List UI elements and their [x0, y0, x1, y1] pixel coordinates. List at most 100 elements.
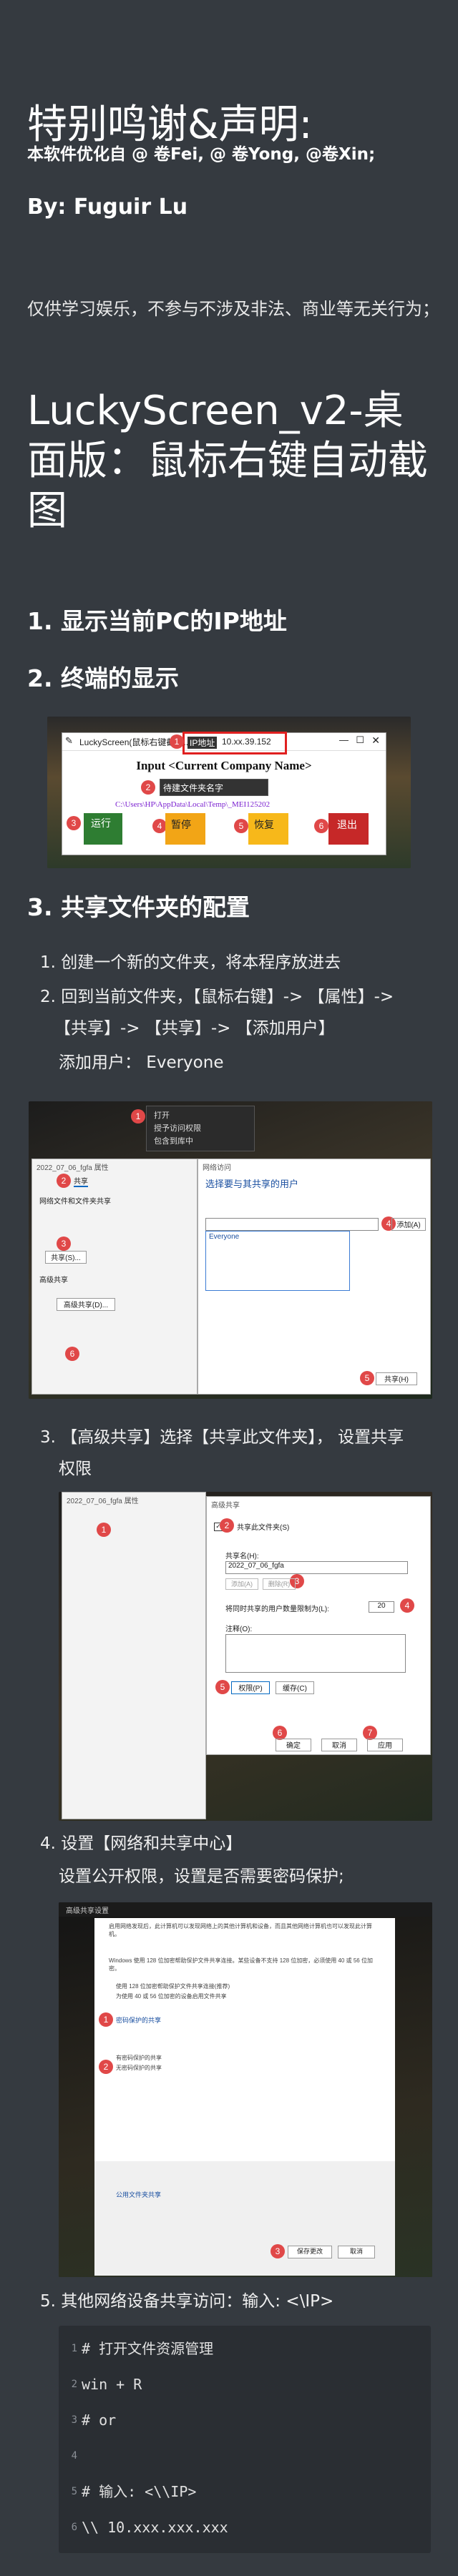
exit-button[interactable]: 退出 — [328, 813, 369, 845]
note-label: 注释(O): — [225, 1626, 253, 1633]
thanks-line: 本软件优化自 @ 卷Fei, @ 卷Yong, @卷Xin; — [27, 145, 376, 164]
section-share: 3. 共享文件夹的配置 — [27, 893, 250, 921]
maximize-icon[interactable]: ☐ — [356, 734, 364, 746]
path-text: C:\Users\HP\AppData\Local\Temp\_MEI12520… — [115, 800, 271, 809]
disclaimer: 仅供学习娱乐，不参与不涉及非法、商业等无关行为； — [27, 299, 439, 319]
step-4a: 4. 设置【网络和共享中心】 — [40, 1834, 243, 1853]
badge-2: 2 — [141, 780, 155, 795]
ip-label: IP地址 — [187, 737, 218, 749]
section-ip: 1. 显示当前PC的IP地址 — [27, 607, 287, 635]
ip-value: 10.xx.39.152 — [222, 737, 271, 747]
share-button[interactable]: 共享(S)... — [45, 1251, 87, 1264]
network-panel: 启用网络发现后，此计算机可以发现网络上的其他计算机和设备，而且其他网络计算机也可… — [94, 1918, 395, 2161]
context-menu: 1 打开 授予访问权限 包含到库中 — [131, 1106, 255, 1151]
main-title: LuckyScreen_v2-桌面版：鼠标右键自动截图 — [27, 388, 428, 534]
save-changes-button[interactable]: 保存更改 — [288, 2246, 332, 2258]
adv-badge-2: 2 — [220, 1518, 234, 1533]
step-2b: 【共享】-> 【共享】-> 【添加用户】 — [54, 1019, 335, 1038]
network-titlebar: 高级共享设置 — [59, 1902, 432, 1917]
menu-open[interactable]: 打开 — [154, 1109, 170, 1121]
code-line: 2 win + R — [59, 2370, 431, 2399]
exit-button-label: 退出 — [337, 819, 357, 830]
option-128bit[interactable]: 使用 128 位加密帮助保护文件共享连接(推荐) — [116, 1982, 230, 1990]
minimize-icon[interactable]: — — [339, 734, 349, 745]
badge-4: 4 — [152, 819, 167, 833]
code-text: # 打开文件资源管理 — [82, 2340, 214, 2357]
pause-button-label: 暂停 — [171, 819, 191, 830]
resume-button[interactable]: 恢复 — [248, 813, 288, 845]
adv-badge-6: 6 — [273, 1726, 287, 1740]
adv-add-button[interactable]: 添加(A) — [225, 1578, 258, 1590]
code-line: 6 \\ 10.xxx.xxx.xxx — [59, 2513, 431, 2542]
network-access-dialog: 网络访问 选择要与其共享的用户 4 添加(A) Everyone 5 共享(H) — [198, 1159, 431, 1395]
app-window: LuckyScreen(鼠标右键截图... ✎ — ☐ ✕ IP地址 10.xx… — [62, 732, 386, 855]
author: By: Fuguir Lu — [27, 195, 188, 220]
adv-share-button[interactable]: 高级共享(D)... — [57, 1298, 115, 1311]
cache-button[interactable]: 缓存(C) — [276, 1681, 314, 1694]
close-icon[interactable]: ✕ — [371, 734, 380, 747]
feather-icon: ✎ — [65, 735, 73, 746]
network-cancel-button[interactable]: 取消 — [338, 2246, 375, 2258]
menu-share[interactable]: 授予访问权限 — [154, 1122, 201, 1134]
code-text: # or — [82, 2412, 117, 2429]
option-40bit[interactable]: 为使用 40 或 56 位加密的设备启用文件共享 — [116, 1992, 227, 2000]
code-line: 1 # 打开文件资源管理 — [59, 2334, 431, 2363]
limit-field[interactable]: 20 — [369, 1601, 394, 1613]
step-1: 1. 创建一个新的文件夹，将本程序放进去 — [40, 953, 341, 972]
adv-section-title: 高级共享 — [39, 1277, 68, 1284]
adv-props-window: 2022_07_06_fgfa 属性 1 — [62, 1492, 206, 1819]
code-text: # 输入: <\\IP> — [82, 2483, 197, 2500]
adv-dialog-title: 高级共享 — [211, 1502, 240, 1510]
permission-button[interactable]: 权限(P) — [231, 1681, 270, 1694]
step-3a: 3. 【高级共享】选择【共享此文件夹】， 设置共享 — [40, 1428, 404, 1447]
user-list[interactable]: Everyone — [205, 1231, 350, 1291]
adv-remove-button[interactable]: 删除(R) — [263, 1578, 296, 1590]
folder-input[interactable]: 待建文件夹名字 — [160, 779, 268, 796]
adv-ok-button[interactable]: 确定 — [276, 1739, 311, 1751]
badge-5: 5 — [234, 819, 248, 833]
run-button[interactable]: 运行 — [84, 813, 122, 845]
network-center-screenshot: 高级共享设置 启用网络发现后，此计算机可以发现网络上的其他计算机和设备，而且其他… — [59, 1902, 432, 2277]
share-name-label: 共享名(H): — [225, 1553, 259, 1560]
run-button-label: 运行 — [91, 817, 111, 829]
public-section-title: 公用文件夹共享 — [116, 2191, 162, 2198]
ip-highlight: IP地址 10.xx.39.152 — [182, 732, 287, 754]
option-password-on[interactable]: 有密码保护的共享 — [116, 2054, 162, 2062]
adv-cancel-button[interactable]: 取消 — [321, 1739, 357, 1751]
resume-button-label: 恢复 — [254, 819, 274, 830]
password-section-title: 密码保护的共享 — [116, 2017, 162, 2024]
adv-badge-4: 4 — [400, 1598, 414, 1613]
adv-badge-7: 7 — [363, 1726, 377, 1740]
share-screenshot: 1 打开 授予访问权限 包含到库中 2022_07_06_fgfa 属性 2 共… — [29, 1101, 432, 1399]
share-badge-3: 3 — [57, 1237, 71, 1251]
network-access-title: 网络访问 — [203, 1164, 231, 1172]
user-input[interactable] — [205, 1218, 379, 1231]
code-text: win + R — [82, 2376, 142, 2393]
step-5: 5. 其他网络设备共享访问：输入: <\IP> — [40, 2292, 334, 2311]
share-badge-6: 6 — [65, 1347, 79, 1361]
share-confirm-button[interactable]: 共享(H) — [376, 1372, 417, 1385]
network-badge-1: 1 — [99, 2012, 113, 2027]
folder-input-label: 待建文件夹名字 — [163, 783, 224, 793]
step-2c: 添加用户： Everyone — [59, 1053, 224, 1072]
adv-apply-button[interactable]: 应用 — [367, 1739, 403, 1751]
add-user-button[interactable]: 添加(A) — [391, 1218, 426, 1231]
app-screenshot: LuckyScreen(鼠标右键截图... ✎ — ☐ ✕ IP地址 10.xx… — [47, 717, 411, 868]
menu-include[interactable]: 包含到库中 — [154, 1135, 193, 1146]
option-password-off[interactable]: 无密码保护的共享 — [116, 2064, 162, 2072]
section-terminal: 2. 终端的显示 — [27, 664, 179, 692]
badge-1: 1 — [170, 734, 184, 749]
share-name-field[interactable]: 2022_07_06_fgfa — [225, 1561, 408, 1574]
encryption-text: Windows 使用 128 位加密帮助保护文件共享连接。某些设备不支持 128… — [109, 1957, 373, 1972]
code-line: 5 # 输入: <\\IP> — [59, 2477, 431, 2506]
share-checkbox-label: 共享此文件夹(S) — [237, 1524, 290, 1532]
adv-badge-5: 5 — [215, 1680, 230, 1694]
note-field[interactable] — [225, 1634, 406, 1673]
code-text: \\ 10.xxx.xxx.xxx — [82, 2519, 228, 2536]
network-access-prompt: 选择要与其共享的用户 — [205, 1179, 299, 1189]
share-badge-5: 5 — [360, 1371, 374, 1385]
pause-button[interactable]: 暂停 — [165, 813, 205, 845]
tab-share[interactable]: 共享 — [74, 1175, 88, 1187]
share-section-title: 网络文件和文件夹共享 — [39, 1198, 111, 1206]
user-everyone[interactable]: Everyone — [209, 1233, 239, 1241]
